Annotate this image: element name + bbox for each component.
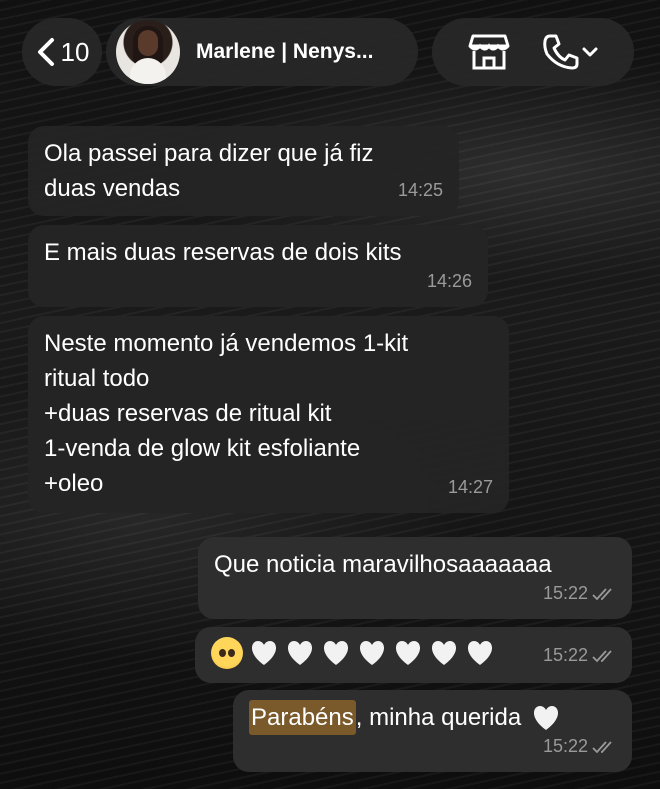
store-icon (468, 34, 510, 70)
highlighted-word[interactable]: Parabéns (249, 700, 356, 735)
chevron-left-icon (37, 38, 54, 66)
message-bubble-incoming[interactable]: Neste momento já vendemos 1-kit ritual t… (28, 316, 509, 513)
message-bubble-outgoing[interactable]: Parabéns , minha querida 15:22 (233, 690, 632, 772)
white-heart-icon (359, 641, 385, 665)
message-bubble-incoming[interactable]: E mais duas reservas de dois kits 14:26 (28, 225, 488, 307)
chat-header: 10 Marlene | Nenys... (0, 0, 660, 105)
unread-count: 10 (60, 36, 90, 67)
catalog-button[interactable] (467, 32, 511, 72)
message-text-rest: , minha querida (355, 704, 522, 731)
double-check-icon (592, 740, 612, 753)
message-bubble-incoming[interactable]: Ola passei para dizer que já fiz duas ve… (28, 126, 459, 216)
white-heart-icon (534, 705, 559, 730)
phone-icon (543, 34, 579, 70)
call-button[interactable] (541, 32, 599, 72)
header-actions (432, 18, 634, 86)
message-bubble-outgoing[interactable]: 15:22 (195, 627, 632, 683)
message-time: 14:26 (426, 271, 472, 291)
white-heart-icon (323, 641, 349, 665)
double-check-icon (592, 649, 612, 662)
white-heart-icon (287, 641, 313, 665)
pleading-face-icon (211, 637, 243, 669)
double-check-icon (592, 587, 612, 600)
message-time: 15:22 (543, 638, 616, 673)
message-text: Ola passei para dizer que já fiz duas ve… (44, 140, 374, 202)
message-time: 14:25 (397, 180, 443, 200)
white-heart-icon (467, 641, 493, 665)
message-time: 14:27 (447, 477, 493, 497)
message-time: 15:22 (543, 576, 616, 611)
avatar[interactable] (116, 20, 180, 84)
message-text: E mais duas reservas de dois kits (44, 239, 402, 266)
white-heart-icon (395, 641, 421, 665)
white-heart-icon (251, 641, 277, 665)
contact-info[interactable]: Marlene | Nenys... (106, 18, 418, 86)
chevron-down-icon (582, 47, 598, 57)
message-bubble-outgoing[interactable]: Que noticia maravilhosaaaaaaa 15:22 (198, 537, 632, 619)
message-time: 15:22 (543, 729, 616, 764)
back-button[interactable]: 10 (22, 18, 102, 86)
white-heart-icon (431, 641, 457, 665)
message-text: Neste momento já vendemos 1-kit ritual t… (44, 330, 409, 497)
contact-name: Marlene | Nenys... (196, 40, 374, 63)
